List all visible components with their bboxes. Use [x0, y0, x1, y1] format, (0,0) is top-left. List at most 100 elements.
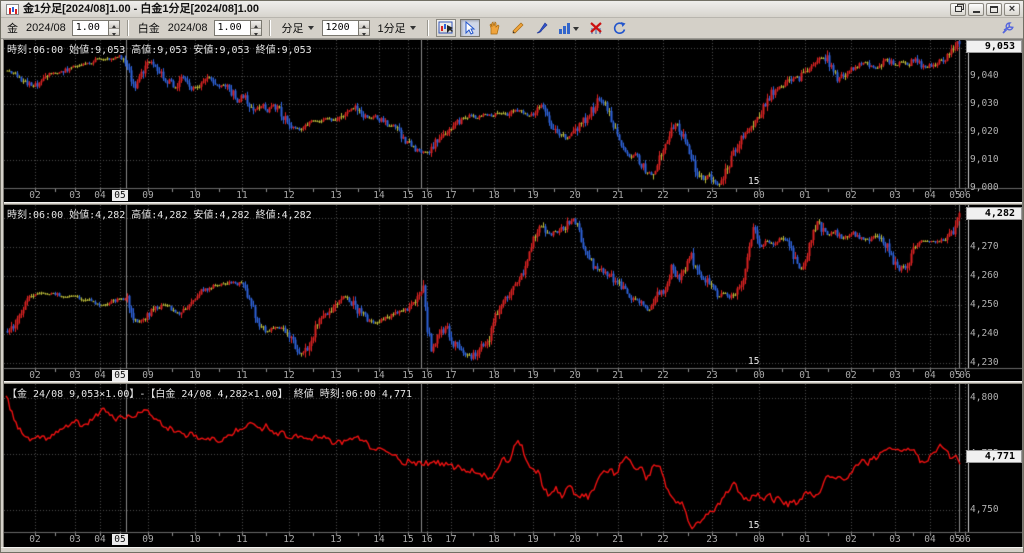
minimize-button[interactable] — [968, 3, 984, 16]
y-axis-label: 4,240 — [970, 329, 1022, 339]
maximize-button[interactable] — [986, 3, 1002, 16]
x-axis-label: 18 — [482, 190, 506, 201]
spread-info: 【金 24/08 9,053×1.00】-【白金 24/08 4,282×1.0… — [7, 385, 412, 400]
chevron-down-icon — [308, 26, 314, 33]
toolbar: 金 2024/08 1.00 白金 2024/08 1.00 分足 1200 1… — [1, 18, 1023, 39]
toolbar-separator — [127, 20, 129, 36]
x-axis-label: 00 — [747, 190, 771, 201]
x-axis-label: 04 — [88, 370, 112, 381]
y-axis-label: 9,000 — [970, 183, 1022, 193]
x-axis-label: 02 — [23, 370, 47, 381]
platinum-candlestick-canvas[interactable] — [4, 205, 1022, 381]
x-axis-label: 16 — [415, 370, 439, 381]
x-axis-label: 18 — [482, 370, 506, 381]
x-axis-label: 12 — [277, 534, 301, 545]
chart-type-button[interactable] — [556, 19, 582, 37]
title-bar: 金1分足[2024/08]1.00 - 白金1分足[2024/08]1.00 × — [1, 1, 1023, 18]
x-axis-label: 13 — [324, 370, 348, 381]
spread-line-canvas[interactable] — [4, 384, 1022, 548]
x-axis-label: 20 — [563, 534, 587, 545]
select-arrow-icon — [463, 21, 477, 35]
x-axis-label: 21 — [606, 534, 630, 545]
x-axis-label: 06 — [953, 190, 977, 201]
brush-icon — [535, 21, 549, 35]
window-bottom-edge — [1, 547, 1024, 553]
x-axis-label-highlighted: 05 — [112, 370, 128, 381]
x-axis-label: 00 — [747, 370, 771, 381]
spin-down-icon[interactable] — [359, 29, 369, 36]
gold-multiplier-spinner[interactable]: 1.00 — [72, 20, 120, 36]
bar-type-dropdown[interactable]: 分足 — [278, 20, 318, 37]
x-axis-label: 10 — [183, 534, 207, 545]
hand-tool-button[interactable] — [484, 19, 504, 37]
y-axis-label: 9,040 — [970, 71, 1022, 81]
platinum-contract-month: 2024/08 — [166, 22, 210, 34]
spin-up-icon[interactable] — [359, 21, 369, 29]
bar-type-value: 分足 — [282, 20, 304, 36]
date-marker-label: 15 — [748, 356, 759, 367]
brush-tool-button[interactable] — [532, 19, 552, 37]
float-window-button[interactable] — [950, 3, 966, 16]
y-axis-label: 9,020 — [970, 127, 1022, 137]
gold-candlestick-panel[interactable]: 時刻:06:00 始値:9,053 高値:9,053 安値:9,053 終値:9… — [4, 40, 1022, 202]
select-tool-button[interactable] — [460, 19, 480, 37]
platinum-last-price-box: 4,282 — [966, 207, 1022, 220]
wrench-icon[interactable] — [1000, 21, 1015, 36]
x-axis-label: 14 — [367, 190, 391, 201]
interval-value: 1分足 — [378, 20, 406, 36]
bar-chart-icon — [558, 21, 580, 35]
x-axis-label: 20 — [563, 190, 587, 201]
delete-chart-button[interactable] — [586, 19, 606, 37]
x-axis-label: 22 — [651, 370, 675, 381]
x-axis-label-highlighted: 05 — [112, 534, 128, 545]
x-axis-label: 04 — [918, 190, 942, 201]
close-icon: × — [1009, 4, 1015, 15]
y-axis-label: 4,250 — [970, 300, 1022, 310]
x-axis-label: 11 — [230, 190, 254, 201]
date-marker-label: 15 — [748, 520, 759, 531]
pencil-icon — [511, 21, 525, 35]
refresh-button[interactable] — [610, 19, 630, 37]
x-axis-label: 01 — [793, 534, 817, 545]
chart-cursor-tool-button[interactable] — [436, 19, 456, 37]
y-axis-label: 4,230 — [970, 358, 1022, 368]
platinum-multiplier-value[interactable]: 1.00 — [214, 20, 250, 36]
x-axis-label: 19 — [521, 370, 545, 381]
spread-last-value-box: 4,771 — [966, 450, 1022, 463]
y-axis-label: 9,030 — [970, 99, 1022, 109]
spin-up-icon[interactable] — [109, 21, 119, 29]
spin-up-icon[interactable] — [251, 21, 261, 29]
platinum-candlestick-panel[interactable]: 時刻:06:00 始値:4,282 高値:4,282 安値:4,282 終値:4… — [4, 205, 1022, 381]
spin-down-icon[interactable] — [251, 29, 261, 36]
x-axis-label: 22 — [651, 534, 675, 545]
platinum-multiplier-spinner[interactable]: 1.00 — [214, 20, 262, 36]
pencil-tool-button[interactable] — [508, 19, 528, 37]
x-axis-label: 03 — [883, 190, 907, 201]
gold-multiplier-value[interactable]: 1.00 — [72, 20, 108, 36]
spin-down-icon[interactable] — [109, 29, 119, 36]
x-axis-label: 21 — [606, 370, 630, 381]
interval-dropdown[interactable]: 1分足 — [374, 20, 420, 37]
x-axis-label: 03 — [63, 190, 87, 201]
close-button[interactable]: × — [1004, 3, 1020, 16]
x-axis-label: 03 — [63, 370, 87, 381]
spread-line-panel[interactable]: 【金 24/08 9,053×1.00】-【白金 24/08 4,282×1.0… — [4, 384, 1022, 548]
x-axis-label: 13 — [324, 534, 348, 545]
gold-contract-month: 2024/08 — [24, 22, 68, 34]
x-axis-label: 06 — [953, 370, 977, 381]
x-axis-label: 06 — [953, 534, 977, 545]
window-title: 金1分足[2024/08]1.00 - 白金1分足[2024/08]1.00 — [23, 1, 950, 17]
x-axis-label: 12 — [277, 370, 301, 381]
x-axis-label: 10 — [183, 370, 207, 381]
x-axis-label: 09 — [136, 370, 160, 381]
toolbar-separator — [269, 20, 271, 36]
bar-count-value[interactable]: 1200 — [322, 20, 358, 36]
gold-candlestick-canvas[interactable] — [4, 40, 1022, 202]
chart-cursor-icon — [438, 21, 454, 35]
x-axis-label: 12 — [277, 190, 301, 201]
x-axis-label: 16 — [415, 190, 439, 201]
x-axis-label: 04 — [88, 534, 112, 545]
gold-label: 金 — [5, 20, 20, 36]
bar-count-spinner[interactable]: 1200 — [322, 20, 370, 36]
x-axis-label: 02 — [839, 370, 863, 381]
